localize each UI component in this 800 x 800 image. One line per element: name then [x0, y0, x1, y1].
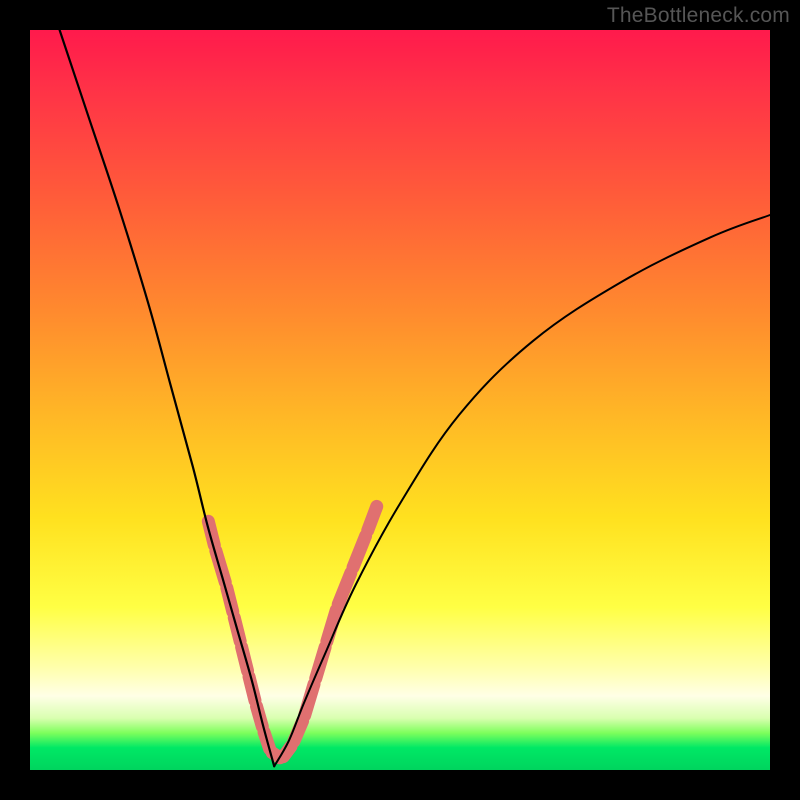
curve-layer	[30, 30, 770, 770]
chart-frame: TheBottleneck.com	[0, 0, 800, 800]
marker-group	[208, 506, 376, 757]
marker-segment	[353, 536, 366, 567]
watermark-text: TheBottleneck.com	[607, 4, 790, 28]
marker-segment	[368, 506, 377, 530]
marker-segment	[216, 551, 225, 582]
curve-right-branch	[274, 215, 770, 766]
